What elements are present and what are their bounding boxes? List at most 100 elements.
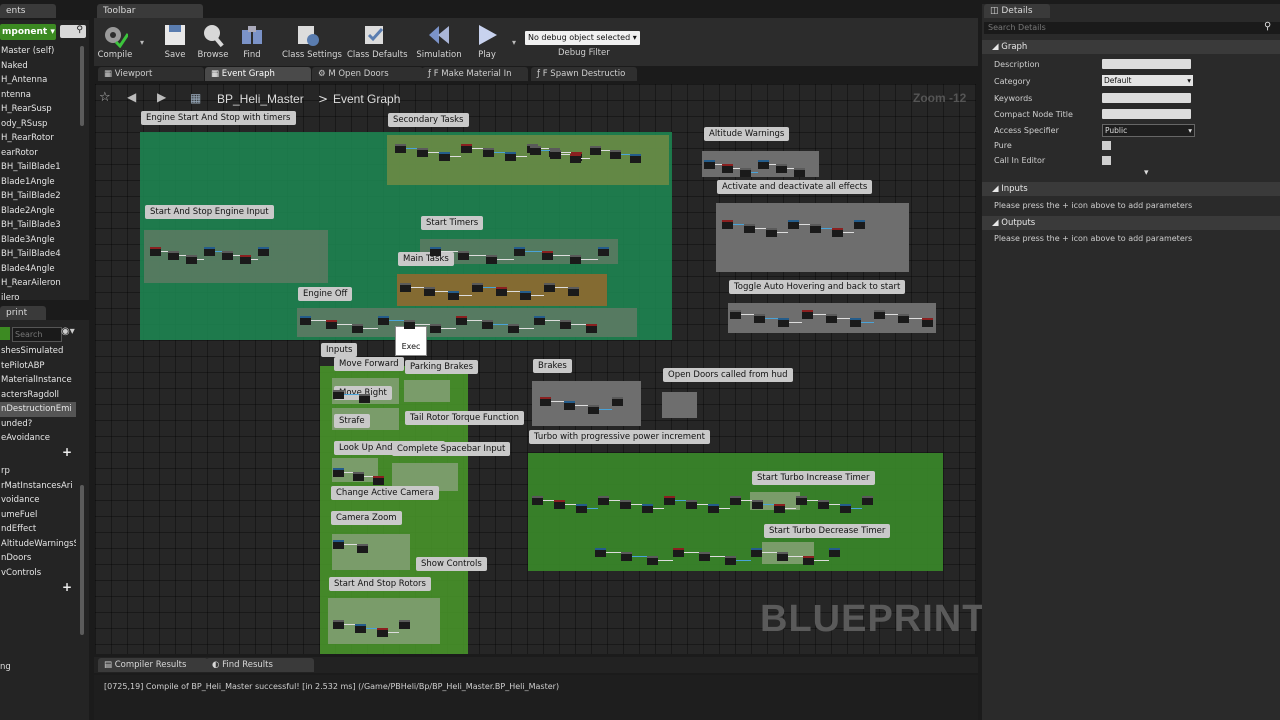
component-tree-item[interactable]: Blade1Angle: [0, 175, 78, 190]
graph-node[interactable]: [222, 251, 233, 260]
graph-node[interactable]: [630, 154, 641, 163]
component-tree-item[interactable]: H_RearRotor: [0, 131, 78, 146]
graph-node[interactable]: [794, 168, 805, 177]
graph-node[interactable]: [333, 540, 344, 549]
tab-spawn-destruction[interactable]: ƒ F Spawn Destructio: [531, 67, 637, 81]
graph-node[interactable]: [540, 397, 551, 406]
comment-turbo[interactable]: [528, 453, 943, 571]
graph-node[interactable]: [150, 247, 161, 256]
comment-open-doors[interactable]: [662, 392, 697, 418]
function-list-item[interactable]: rMatInstancesAri: [0, 479, 76, 494]
graph-node[interactable]: [810, 224, 821, 233]
graph-node[interactable]: [722, 220, 733, 229]
component-tree-item[interactable]: BH_TailBlade1: [0, 160, 78, 175]
graph-node[interactable]: [430, 247, 441, 256]
graph-node[interactable]: [568, 287, 579, 296]
graph-node[interactable]: [377, 628, 388, 637]
function-list-item[interactable]: AltitudeWarningsS: [0, 537, 76, 552]
details-tab[interactable]: ◫ Details: [984, 4, 1050, 18]
tab-event-graph[interactable]: ▦ Event Graph: [205, 67, 311, 81]
comment-parking-brakes[interactable]: [404, 380, 450, 402]
graph-node[interactable]: [778, 318, 789, 327]
graph-node[interactable]: [751, 548, 762, 557]
variable-list-item[interactable]: nDestructionEmi: [0, 402, 76, 417]
graph-node[interactable]: [532, 496, 543, 505]
graph-node[interactable]: [333, 468, 344, 477]
my-blueprint-tab[interactable]: print: [0, 306, 46, 320]
function-list-item[interactable]: voidance: [0, 493, 76, 508]
graph-node[interactable]: [448, 291, 459, 300]
graph-node[interactable]: [458, 251, 469, 260]
graph-node[interactable]: [642, 504, 653, 513]
graph-node[interactable]: [704, 160, 715, 169]
component-tree-item[interactable]: H_RearSusp: [0, 102, 78, 117]
graph-node[interactable]: [333, 390, 344, 399]
graph-node[interactable]: [534, 316, 545, 325]
graph-node[interactable]: [766, 228, 777, 237]
category-select[interactable]: Default ▾: [1102, 75, 1193, 86]
expand-chevron-icon[interactable]: ▾: [1144, 168, 1149, 178]
graph-node[interactable]: [595, 548, 606, 557]
graph-node[interactable]: [424, 287, 435, 296]
breadcrumb-blueprint[interactable]: BP_Heli_Master: [217, 92, 304, 106]
component-tree-item[interactable]: Blade2Angle: [0, 204, 78, 219]
keywords-field[interactable]: [1102, 93, 1191, 103]
function-list-item[interactable]: ndEffect: [0, 522, 76, 537]
graph-node[interactable]: [352, 324, 363, 333]
simulation-button[interactable]: Simulation: [414, 20, 464, 64]
graph-node[interactable]: [456, 316, 467, 325]
add-new-button[interactable]: [0, 327, 10, 340]
component-tree-item[interactable]: earRotor: [0, 146, 78, 161]
component-tree-item[interactable]: Master (self): [0, 44, 78, 59]
graph-node[interactable]: [862, 496, 873, 505]
graph-node[interactable]: [788, 220, 799, 229]
graph-node[interactable]: [564, 401, 575, 410]
function-list-item[interactable]: nDoors: [0, 551, 76, 566]
graph-node[interactable]: [850, 318, 861, 327]
graph-node[interactable]: [544, 283, 555, 292]
graph-node[interactable]: [550, 150, 561, 159]
graph-node[interactable]: [730, 310, 741, 319]
comment-secondary-tasks[interactable]: [387, 135, 669, 185]
graph-node[interactable]: [664, 496, 675, 505]
function-list-item[interactable]: umeFuel: [0, 508, 76, 523]
graph-node[interactable]: [647, 556, 658, 565]
class-defaults-button[interactable]: Class Defaults: [347, 20, 408, 64]
graph-node[interactable]: [598, 496, 609, 505]
graph-node[interactable]: [505, 152, 516, 161]
graph-node[interactable]: [395, 144, 406, 153]
blueprint-scrollbar[interactable]: [80, 485, 84, 635]
graph-node[interactable]: [258, 247, 269, 256]
graph-node[interactable]: [240, 255, 251, 264]
function-list-item[interactable]: vControls: [0, 566, 76, 581]
graph-node[interactable]: [840, 504, 851, 513]
tab-find-results[interactable]: ◐ Find Results: [206, 658, 314, 672]
graph-node[interactable]: [168, 251, 179, 260]
component-tree-item[interactable]: H_Antenna: [0, 73, 78, 88]
compile-options-chevron-icon[interactable]: ▾: [140, 38, 144, 47]
back-arrow-icon[interactable]: ◀: [127, 90, 136, 104]
graph-node[interactable]: [417, 148, 428, 157]
graph-node[interactable]: [699, 552, 710, 561]
components-tab[interactable]: ents: [0, 4, 56, 18]
graph-node[interactable]: [530, 146, 541, 155]
graph-node[interactable]: [404, 320, 415, 329]
graph-node[interactable]: [818, 500, 829, 509]
tab-viewport[interactable]: ▦ Viewport: [98, 67, 204, 81]
component-tree-item[interactable]: Naked: [0, 59, 78, 74]
inputs-section-header[interactable]: ◢ Inputs: [982, 182, 1280, 196]
component-search-input[interactable]: ⚲: [60, 25, 86, 38]
graph-node[interactable]: [777, 552, 788, 561]
component-tree-item[interactable]: BH_TailBlade2: [0, 189, 78, 204]
variable-list-item[interactable]: unded?: [0, 417, 76, 432]
star-icon[interactable]: ☆: [99, 90, 111, 105]
component-tree-item[interactable]: ilero: [0, 291, 78, 306]
compact-title-field[interactable]: [1102, 109, 1191, 119]
graph-node[interactable]: [570, 154, 581, 163]
component-tree-item[interactable]: Blade3Angle: [0, 233, 78, 248]
tab-compiler-results[interactable]: ▤ Compiler Results: [98, 658, 208, 672]
breadcrumb-graph[interactable]: Event Graph: [333, 92, 400, 106]
graph-node[interactable]: [620, 500, 631, 509]
graph-node[interactable]: [514, 247, 525, 256]
graph-node[interactable]: [758, 160, 769, 169]
